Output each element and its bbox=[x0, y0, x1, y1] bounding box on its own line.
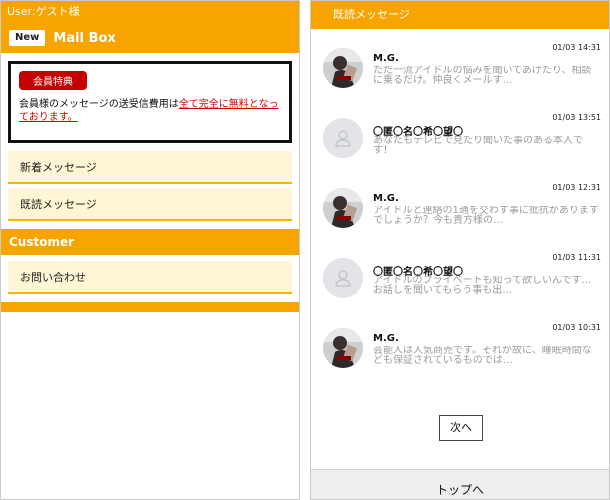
mail-menu: 新着メッセージ 既読メッセージ bbox=[1, 151, 299, 221]
default-avatar bbox=[323, 258, 363, 298]
person-photo-icon bbox=[323, 328, 363, 368]
message-item[interactable]: 01/03 11:31 〇匿〇名〇希〇望〇 アイドルのプライベートも知って欲しい… bbox=[311, 253, 609, 323]
menu-item-new-messages[interactable]: 新着メッセージ bbox=[8, 151, 292, 184]
message-preview: ただ一流アイドルの悩みを聞いてあげたり、相談に乗るだけ。仲良くメールす… bbox=[373, 66, 592, 86]
sender-photo-avatar bbox=[323, 188, 363, 228]
message-item[interactable]: 01/03 12:31 M.G. アイドルと連絡の1通を交わす事に批抗があります… bbox=[311, 183, 609, 253]
message-date: 01/03 12:31 bbox=[552, 183, 601, 192]
customer-section-header: Customer bbox=[1, 229, 299, 255]
default-avatar bbox=[323, 118, 363, 158]
person-photo-icon bbox=[323, 48, 363, 88]
read-messages-panel: 既読メッセージ 01/03 14:31 M.G. ただ一流アイドルの悩みを聞いて… bbox=[310, 0, 610, 500]
message-sender: M.G. bbox=[373, 193, 399, 204]
message-date: 01/03 13:51 bbox=[552, 113, 601, 122]
message-item[interactable]: 01/03 10:31 M.G. 芸能人は人気商売です。それが故に、睡眠時間など… bbox=[311, 323, 609, 393]
message-item[interactable]: 01/03 13:51 〇匿〇名〇希〇望〇 あなたもテレビで見たり聞いた事のある… bbox=[311, 113, 609, 183]
notice-text: 会員様のメッセージの送受信費用は全て完全に無料となっております。 bbox=[19, 98, 281, 124]
customer-menu: お問い合わせ bbox=[1, 261, 299, 294]
back-to-top-link[interactable]: トップへ bbox=[311, 469, 609, 499]
message-date: 01/03 10:31 bbox=[552, 323, 601, 332]
message-preview: アイドルと連絡の1通を交わす事に批抗がありますでしょうか？今も貴方様の… bbox=[373, 206, 599, 226]
menu-item-read-messages[interactable]: 既読メッセージ bbox=[8, 188, 292, 221]
sender-photo-avatar bbox=[323, 328, 363, 368]
bottom-divider bbox=[1, 302, 299, 312]
mailbox-title: Mail Box bbox=[53, 30, 116, 46]
message-preview: アイドルのプライベートも知って欲しいんです…お話しを聞いてもらう事も出… bbox=[373, 276, 592, 296]
message-date: 01/03 11:31 bbox=[552, 253, 601, 262]
member-benefit-notice: 会員特典 会員様のメッセージの送受信費用は全て完全に無料となっております。 bbox=[8, 61, 292, 143]
message-sender: M.G. bbox=[373, 333, 399, 344]
next-page-button[interactable]: 次へ bbox=[439, 415, 483, 441]
member-benefit-tag: 会員特典 bbox=[19, 71, 87, 90]
user-label: User:ゲスト様 bbox=[1, 1, 299, 23]
user-silhouette-icon bbox=[323, 118, 363, 158]
message-list: 01/03 14:31 M.G. ただ一流アイドルの悩みを聞いてあげたり、相談に… bbox=[311, 29, 609, 393]
mailbox-header: New Mail Box bbox=[1, 23, 299, 53]
message-date: 01/03 14:31 bbox=[552, 43, 601, 52]
mailbox-menu-panel: User:ゲスト様 New Mail Box 会員特典 会員様のメッセージの送受… bbox=[0, 0, 300, 500]
message-preview: あなたもテレビで見たり聞いた事のある本人です！ bbox=[373, 136, 583, 156]
message-item[interactable]: 01/03 14:31 M.G. ただ一流アイドルの悩みを聞いてあげたり、相談に… bbox=[311, 43, 609, 113]
sender-photo-avatar bbox=[323, 48, 363, 88]
user-silhouette-icon bbox=[323, 258, 363, 298]
menu-item-contact[interactable]: お問い合わせ bbox=[8, 261, 292, 294]
read-messages-header: 既読メッセージ bbox=[311, 1, 609, 29]
message-sender: M.G. bbox=[373, 53, 399, 64]
new-badge: New bbox=[9, 30, 46, 46]
notice-text-body: 会員様のメッセージの送受信費用は bbox=[19, 99, 179, 110]
person-photo-icon bbox=[323, 188, 363, 228]
message-preview: 芸能人は人気商売です。それが故に、睡眠時間なども保証されているものでは… bbox=[373, 346, 592, 366]
